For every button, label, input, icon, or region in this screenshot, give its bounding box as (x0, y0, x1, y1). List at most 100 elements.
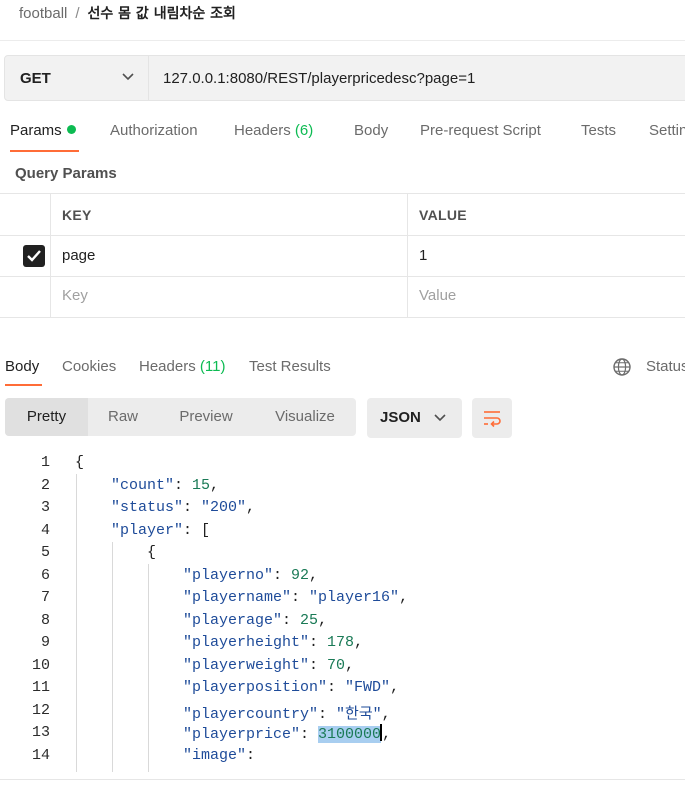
tab-prerequest-script[interactable]: Pre-request Script (420, 122, 541, 139)
tab-response-headers-label: Headers (139, 358, 196, 375)
line-number: 14 (31, 747, 50, 764)
tab-headers-label: Headers (234, 122, 291, 139)
view-pretty-button[interactable]: Pretty (5, 398, 88, 436)
code-line: { (75, 454, 84, 471)
json-number: 15 (192, 477, 211, 494)
line-number: 8 (40, 612, 50, 629)
query-params-title: Query Params (15, 165, 117, 182)
value-column-header: VALUE (419, 207, 467, 223)
tab-response-body[interactable]: Body (5, 358, 39, 375)
key-column-header: KEY (62, 207, 92, 223)
url-input[interactable]: 127.0.0.1:8080/REST/playerpricedesc?page… (149, 55, 685, 101)
new-key-input[interactable]: Key (62, 287, 88, 304)
code-line: "playername": "player16", (183, 589, 409, 606)
tab-params-label: Params (10, 122, 62, 139)
table-border-top (0, 193, 685, 194)
json-key: "playerposition" (183, 679, 328, 696)
json-number: 92 (291, 567, 310, 584)
tab-authorization[interactable]: Authorization (110, 122, 198, 139)
param-key-cell[interactable]: page (62, 247, 95, 264)
table-column-divider (407, 193, 408, 317)
table-border (0, 235, 685, 236)
status-label: Status (646, 358, 685, 375)
table-border-bottom (0, 317, 685, 318)
response-headers-count: (11) (199, 358, 226, 375)
param-value-cell[interactable]: 1 (419, 247, 427, 264)
breadcrumb: football / 선수 몸 값 내림차순 조회 (19, 3, 236, 23)
text-cursor (380, 724, 383, 741)
json-key: "playerheight" (183, 634, 310, 651)
json-number: 25 (300, 612, 319, 629)
view-raw-button[interactable]: Raw (88, 398, 158, 436)
json-string: "200" (201, 499, 247, 516)
method-label: GET (20, 70, 51, 87)
json-string: "한국" (336, 706, 382, 723)
view-visualize-button[interactable]: Visualize (254, 398, 356, 436)
code-line: "playerno": 92, (183, 567, 319, 584)
json-key: "playerno" (183, 567, 274, 584)
line-number: 5 (40, 544, 50, 561)
indent-guide (148, 564, 149, 772)
tab-settings[interactable]: Settin (649, 122, 685, 139)
tab-tests[interactable]: Tests (581, 122, 616, 139)
line-number: 9 (40, 634, 50, 651)
json-string: "player16" (309, 589, 400, 606)
json-key: "playercountry" (183, 706, 319, 723)
code-line: "image": (183, 747, 256, 764)
code-line: "count": 15, (111, 477, 220, 494)
view-preview-button[interactable]: Preview (158, 398, 254, 436)
request-title[interactable]: 선수 몸 값 내림차순 조회 (88, 3, 236, 23)
json-key: "playerweight" (183, 657, 310, 674)
check-icon (27, 250, 41, 262)
json-bracket: [ (201, 522, 211, 539)
json-key: "image" (183, 747, 247, 764)
json-number: 178 (327, 634, 355, 651)
table-column-divider (50, 193, 51, 317)
indent-guide (112, 542, 113, 772)
header-divider (0, 40, 685, 41)
line-number: 10 (31, 657, 50, 674)
tab-cookies[interactable]: Cookies (62, 358, 116, 375)
chevron-down-icon (434, 414, 446, 422)
format-select[interactable]: JSON (367, 398, 462, 438)
json-key: "status" (111, 499, 184, 516)
line-number: 13 (31, 724, 50, 741)
url-text: 127.0.0.1:8080/REST/playerpricedesc?page… (163, 70, 476, 87)
headers-count: (6) (294, 122, 314, 139)
param-checkbox[interactable] (23, 245, 45, 267)
json-key: "playername" (183, 589, 292, 606)
request-tabs: Params Authorization Headers (6) Body Pr… (0, 122, 685, 156)
line-number: 6 (40, 567, 50, 584)
line-number: 12 (31, 702, 50, 719)
wrap-lines-icon (484, 411, 501, 428)
code-line: "playerage": 25, (183, 612, 328, 629)
json-key: "player" (111, 522, 184, 539)
format-label: JSON (380, 409, 421, 426)
new-value-input[interactable]: Value (419, 287, 456, 304)
globe-icon[interactable] (612, 357, 632, 377)
json-string: "FWD" (345, 679, 391, 696)
active-tab-underline (10, 150, 79, 152)
workspace-link[interactable]: football (19, 5, 67, 22)
tab-body[interactable]: Body (354, 122, 388, 139)
code-line: { (147, 544, 156, 561)
params-active-dot (66, 125, 76, 134)
tab-params[interactable]: Params (10, 122, 76, 139)
tab-test-results[interactable]: Test Results (249, 358, 331, 375)
code-line: "playerweight": 70, (183, 657, 355, 674)
wrap-lines-button[interactable] (472, 398, 512, 438)
tab-response-headers[interactable]: Headers (11) (139, 358, 225, 375)
code-line: "player": [ (111, 522, 211, 539)
code-line: "status": "200", (111, 499, 256, 516)
json-number-selected: 3100000 (318, 726, 382, 743)
json-key: "count" (111, 477, 175, 494)
line-number: 1 (40, 454, 50, 471)
line-number: 11 (31, 679, 50, 696)
json-key: "playerage" (183, 612, 283, 629)
editor-bottom-border (0, 779, 685, 780)
tab-headers[interactable]: Headers (6) (234, 122, 313, 139)
line-number: 4 (40, 522, 50, 539)
line-number: 7 (40, 589, 50, 606)
json-brace: { (75, 454, 85, 471)
method-select[interactable]: GET (4, 55, 149, 101)
